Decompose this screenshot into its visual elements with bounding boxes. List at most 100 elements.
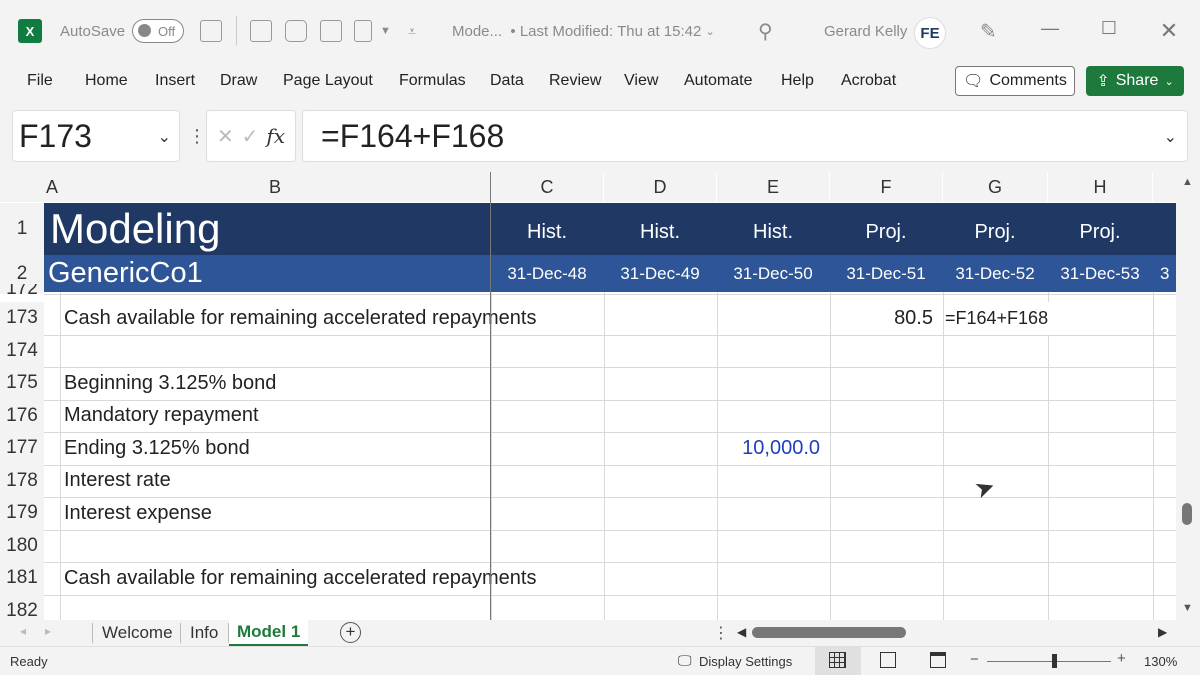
row-label[interactable]: Interest expense (64, 497, 212, 530)
column-header-b[interactable]: B (60, 172, 490, 202)
model-title[interactable]: Modeling (50, 203, 220, 255)
tab-automate[interactable]: Automate (684, 72, 752, 90)
maximize-icon[interactable]: ☐ (1094, 18, 1124, 39)
row-header[interactable]: 178 (0, 464, 44, 497)
display-settings-button[interactable]: Display Settings (699, 654, 792, 669)
search-icon[interactable]: ⚲ (758, 18, 773, 44)
next-sheet-icon[interactable]: ▸ (45, 624, 51, 638)
period-label[interactable]: Proj. (943, 217, 1047, 247)
vertical-scroll-thumb[interactable] (1182, 503, 1192, 525)
row-header[interactable]: 180 (0, 529, 44, 562)
row-label[interactable]: Beginning 3.125% bond (64, 367, 276, 400)
sheet-tab-welcome[interactable]: Welcome (94, 620, 181, 646)
cancel-icon[interactable]: ✕ (217, 124, 234, 149)
period-date[interactable]: 31-Dec-53 (1048, 255, 1152, 292)
name-box[interactable]: F173 ⌄ (12, 110, 180, 162)
display-settings-icon[interactable]: 🖵 (678, 652, 692, 669)
more-options-icon[interactable]: ⋮ (188, 126, 206, 147)
scroll-left-icon[interactable]: ◀ (737, 625, 746, 639)
column-header-h[interactable]: H (1048, 172, 1152, 202)
user-name[interactable]: Gerard Kelly (824, 18, 907, 44)
zoom-in-icon[interactable]: + (1117, 650, 1126, 667)
row-header[interactable]: 173 (0, 302, 44, 335)
print-preview-icon[interactable] (320, 20, 342, 42)
horizontal-scroll-thumb[interactable] (752, 627, 906, 638)
row-label[interactable]: Mandatory repayment (64, 400, 259, 433)
scroll-down-icon[interactable]: ▼ (1182, 602, 1193, 614)
row-header[interactable]: 174 (0, 334, 44, 367)
column-header-f[interactable]: F (830, 172, 942, 202)
page-layout-view-icon[interactable] (880, 652, 896, 668)
spreadsheet-grid[interactable]: A B C D E F G H 1 2 Modeling GenericCo1 … (0, 172, 1176, 620)
tab-acrobat[interactable]: Acrobat (841, 72, 896, 90)
new-file-icon[interactable] (250, 20, 272, 42)
normal-view-icon[interactable] (829, 652, 846, 668)
period-date[interactable]: 31-Dec-50 (717, 255, 829, 292)
tab-home[interactable]: Home (85, 72, 128, 90)
column-header-d[interactable]: D (604, 172, 716, 202)
tab-file[interactable]: File (27, 72, 53, 90)
share-button[interactable]: ⇪ Share ⌄ (1086, 66, 1184, 96)
row-label[interactable]: Interest rate (64, 465, 171, 498)
comments-button[interactable]: 🗨 Comments (955, 66, 1075, 96)
tab-view[interactable]: View (624, 72, 658, 90)
period-date-overflow[interactable]: 3 (1160, 255, 1169, 292)
customize-qat-icon[interactable]: ⩡ (408, 18, 416, 44)
camera-icon[interactable] (285, 20, 307, 42)
period-date[interactable]: 31-Dec-51 (830, 255, 942, 292)
designer-icon[interactable]: ✎ (980, 18, 997, 44)
scroll-right-icon[interactable]: ▶ (1158, 625, 1167, 639)
insert-function-icon[interactable]: fx (266, 124, 285, 148)
row-header[interactable]: 1 (0, 203, 44, 255)
cell-f[interactable]: 80.5 (830, 302, 933, 335)
row-header[interactable]: 179 (0, 497, 44, 530)
tab-data[interactable]: Data (490, 72, 524, 90)
period-label[interactable]: Hist. (491, 217, 603, 247)
row-header[interactable]: 176 (0, 399, 44, 432)
period-label[interactable]: Proj. (830, 217, 942, 247)
vertical-scrollbar[interactable]: ▲ ▼ (1176, 172, 1200, 620)
tab-insert[interactable]: Insert (155, 72, 195, 90)
document-title[interactable]: Mode... • Last Modified: Thu at 15:42 ⌄ (452, 18, 715, 44)
autosave-toggle[interactable]: Off (132, 19, 184, 43)
align-icon[interactable] (354, 20, 372, 42)
zoom-level[interactable]: 130% (1144, 654, 1177, 669)
minimize-icon[interactable]: — (1035, 18, 1065, 39)
row-label[interactable]: Ending 3.125% bond (64, 432, 250, 465)
page-break-view-icon[interactable] (930, 652, 946, 668)
sheet-tab-model-1[interactable]: Model 1 (229, 620, 309, 646)
period-label[interactable]: Hist. (604, 217, 716, 247)
row-header[interactable]: 181 (0, 562, 44, 595)
scroll-up-icon[interactable]: ▲ (1182, 176, 1193, 188)
avatar[interactable]: FE (914, 17, 946, 49)
row-label[interactable]: Cash available for remaining accelerated… (64, 562, 536, 595)
period-date[interactable]: 31-Dec-49 (604, 255, 716, 292)
row-header[interactable]: 172 (0, 284, 44, 294)
sheet-tab-info[interactable]: Info (182, 620, 226, 646)
prev-sheet-icon[interactable]: ◂ (20, 624, 26, 638)
formula-input[interactable]: =F164+F168 ⌄ (302, 110, 1188, 162)
row-label[interactable]: Cash available for remaining accelerated… (64, 302, 536, 335)
column-header-a[interactable]: A (44, 172, 60, 202)
row-header[interactable]: 175 (0, 367, 44, 400)
zoom-out-icon[interactable]: − (970, 651, 979, 668)
period-label[interactable]: Hist. (717, 217, 829, 247)
save-icon[interactable] (200, 20, 222, 42)
chevron-down-icon[interactable]: ⌄ (158, 127, 171, 147)
column-header-g[interactable]: G (943, 172, 1047, 202)
period-label[interactable]: Proj. (1048, 217, 1152, 247)
period-date[interactable]: 31-Dec-52 (943, 255, 1047, 292)
enter-icon[interactable]: ✓ (242, 124, 259, 149)
tab-review[interactable]: Review (549, 72, 601, 90)
more-options-icon[interactable]: ⋮ (713, 623, 729, 643)
chevron-down-icon[interactable]: ▼ (380, 18, 391, 44)
close-icon[interactable]: ✕ (1154, 18, 1184, 44)
add-sheet-icon[interactable]: + (340, 622, 361, 643)
row-header[interactable]: 182 (0, 594, 44, 620)
column-header-e[interactable]: E (717, 172, 829, 202)
column-header-i[interactable] (1153, 172, 1176, 202)
zoom-slider-track[interactable] (987, 661, 1111, 662)
period-date[interactable]: 31-Dec-48 (491, 255, 603, 292)
column-header-c[interactable]: C (491, 172, 603, 202)
chevron-down-icon[interactable]: ⌄ (1164, 127, 1177, 147)
